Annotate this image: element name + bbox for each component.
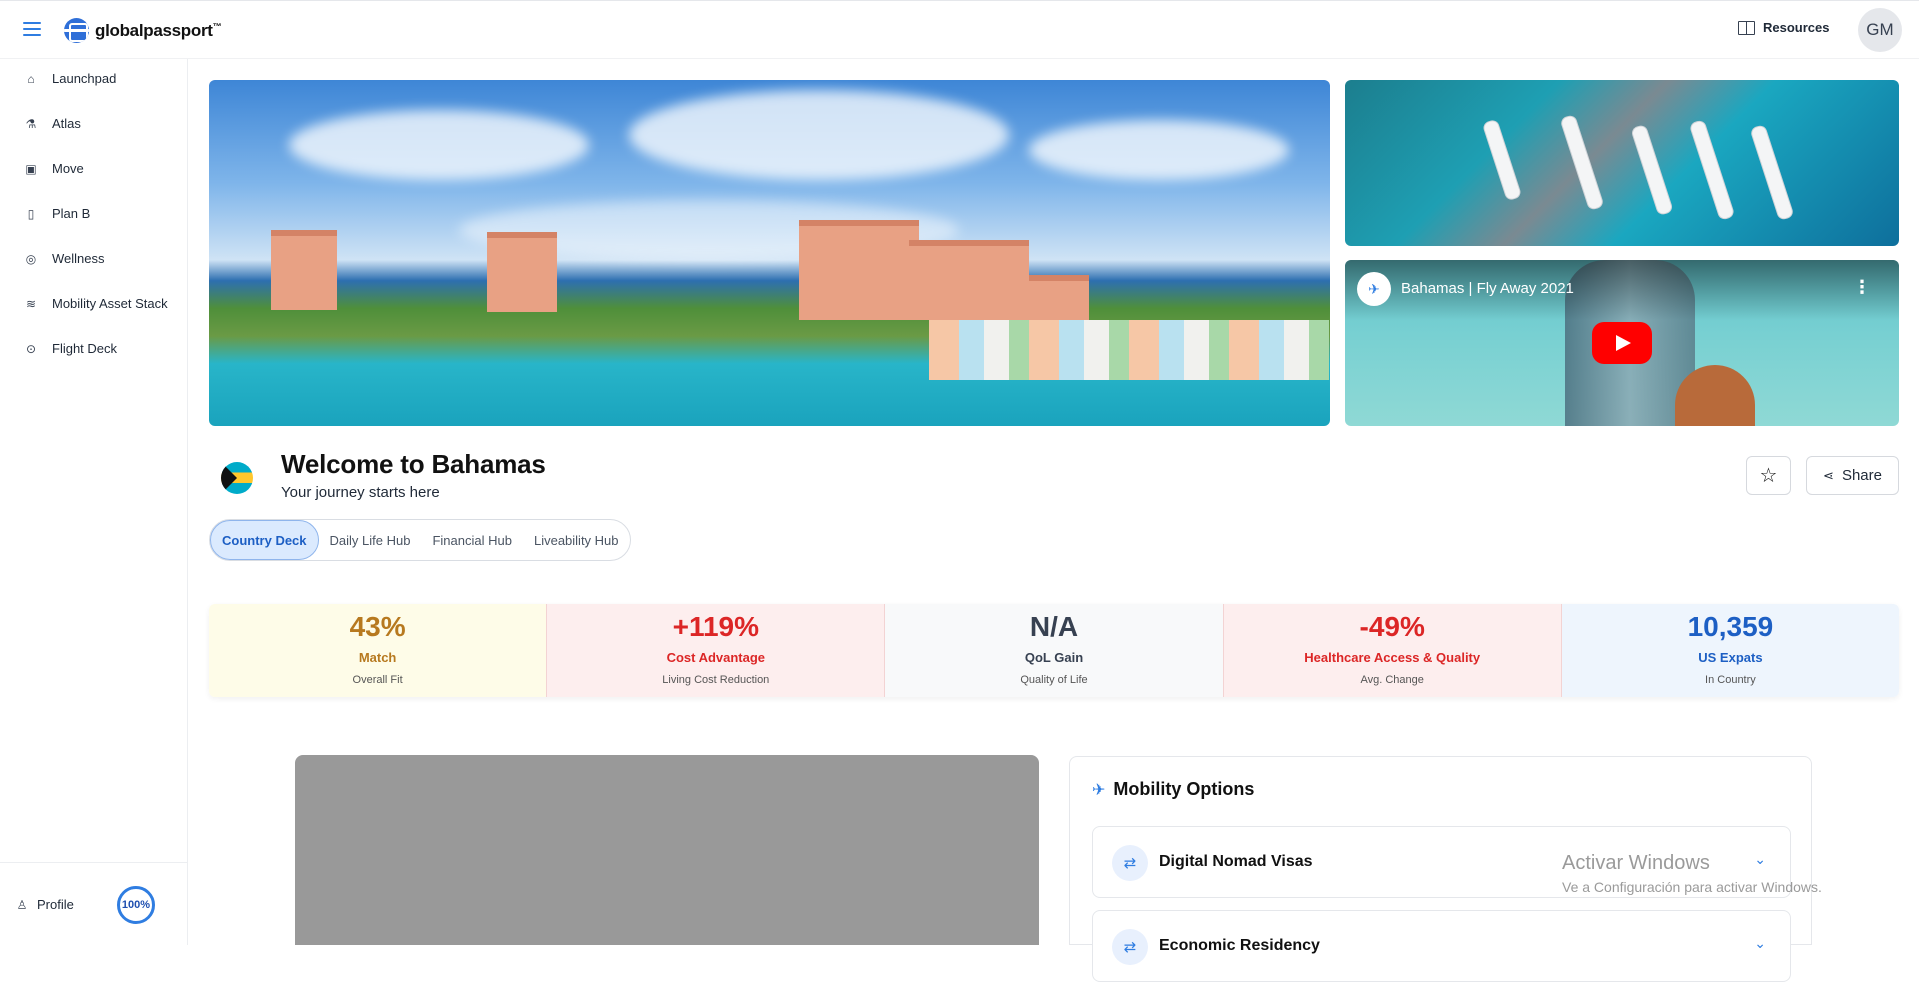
top-header: globalpassport™ Resources GM <box>0 0 1919 59</box>
watermark-title: Activar Windows <box>1562 852 1710 874</box>
calendar-icon: ▣ <box>25 161 37 176</box>
stat-card: -49% Healthcare Access & Quality Avg. Ch… <box>1223 604 1562 697</box>
stat-sublabel: Overall Fit <box>352 673 403 686</box>
sidebar-item-label: Move <box>52 161 84 176</box>
book-icon <box>1738 20 1755 35</box>
stats-bar: 43% Match Overall Fit +119% Cost Advanta… <box>209 604 1899 697</box>
accordion-label: Economic Residency <box>1159 937 1320 954</box>
sidebar-item-atlas[interactable]: ⚗ Atlas <box>24 116 81 131</box>
stat-label: Cost Advantage <box>666 649 766 665</box>
stat-label: QoL Gain <box>1024 649 1084 665</box>
stat-label: US Expats <box>1698 649 1763 665</box>
sidebar-item-plan-b[interactable]: ▯ Plan B <box>24 206 91 221</box>
flask-icon: ⚗ <box>25 116 37 131</box>
stat-sublabel: Living Cost Reduction <box>662 673 770 686</box>
stat-value: N/A <box>1029 611 1079 642</box>
layers-icon: ≋ <box>25 296 37 311</box>
profile-label: Profile <box>37 897 74 912</box>
sidebar-item-flight-deck[interactable]: ⊙ Flight Deck <box>24 341 117 356</box>
resources-label: Resources <box>1763 20 1830 35</box>
windows-activation-watermark: Activar Windows Ve a Configuración para … <box>1562 852 1822 895</box>
page-title: Welcome to Bahamas <box>281 449 546 479</box>
play-button[interactable] <box>1592 322 1652 364</box>
mobility-title: ✈ Mobility Options <box>1092 779 1254 800</box>
favorite-button[interactable]: ☆ <box>1746 456 1791 495</box>
profile-progress-ring: 100% <box>117 886 155 924</box>
video-player[interactable]: ✈ Bahamas | Fly Away 2021 ⋮ <box>1345 260 1899 426</box>
profile-link[interactable]: ♙ Profile <box>15 897 74 912</box>
tab-financial-hub[interactable]: Financial Hub <box>421 520 523 560</box>
stat-value: +119% <box>672 611 760 642</box>
accordion-economic-residency[interactable]: ⇄ Economic Residency ⌄ <box>1092 910 1791 982</box>
share-label: Share <box>1841 467 1882 484</box>
stat-label: Match <box>358 649 397 665</box>
sidebar-item-mobility-asset-stack[interactable]: ≋ Mobility Asset Stack <box>24 296 168 311</box>
watermark-subtitle: Ve a Configuración para activar Windows. <box>1562 879 1822 895</box>
sidebar-item-wellness[interactable]: ◎ Wellness <box>24 251 105 266</box>
stat-sublabel: In Country <box>1705 673 1756 686</box>
stat-value: 43% <box>349 611 406 642</box>
video-title[interactable]: Bahamas | Fly Away 2021 <box>1401 280 1574 297</box>
stat-card: 10,359 US Expats In Country <box>1561 604 1899 697</box>
hero-image-main <box>209 80 1330 426</box>
more-options-icon[interactable]: ⋮ <box>1853 278 1871 296</box>
stat-label: Healthcare Access & Quality <box>1304 649 1481 665</box>
stat-sublabel: Avg. Change <box>1360 673 1424 686</box>
sidebar-item-label: Wellness <box>52 251 105 266</box>
route-icon: ⇄ <box>1112 845 1148 881</box>
share-icon: ⋖ <box>1823 467 1834 483</box>
sidebar-item-label: Flight Deck <box>52 341 118 356</box>
stat-card: +119% Cost Advantage Living Cost Reducti… <box>547 604 886 697</box>
user-icon: ♙ <box>16 897 28 912</box>
stat-value: -49% <box>1359 611 1425 642</box>
tab-daily-life-hub[interactable]: Daily Life Hub <box>319 520 422 560</box>
globe-logo-icon <box>64 18 89 43</box>
sidebar-item-label: Mobility Asset Stack <box>52 296 168 311</box>
stat-card: 43% Match Overall Fit <box>209 604 548 697</box>
mobility-options-card: ✈ Mobility Options ⇄ Digital Nomad Visas… <box>1069 756 1812 982</box>
sidebar-item-label: Launchpad <box>52 71 117 86</box>
home-icon: ⌂ <box>27 71 35 86</box>
mobility-title-text: Mobility Options <box>1113 779 1255 799</box>
logo-trademark: ™ <box>212 20 222 31</box>
tab-country-deck[interactable]: Country Deck <box>210 520 319 560</box>
sidebar: ⌂ Launchpad ⚗ Atlas ▣ Move ▯ Plan B ◎ We… <box>0 59 188 945</box>
sidebar-footer: ♙ Profile 100% <box>0 862 187 945</box>
accordion-label: Digital Nomad Visas <box>1159 853 1313 870</box>
route-icon: ⇄ <box>1112 929 1148 965</box>
map-placeholder <box>295 755 1039 945</box>
channel-avatar-icon[interactable]: ✈ <box>1357 272 1391 306</box>
chevron-down-icon[interactable]: ⌄ <box>1754 935 1766 952</box>
notebook-icon: ▯ <box>27 206 35 221</box>
hero-image-cruise-port <box>1345 80 1899 246</box>
logo-text: globalpassport <box>95 20 213 40</box>
plane-icon: ✈ <box>1092 781 1106 799</box>
sidebar-item-label: Plan B <box>52 206 91 221</box>
target-icon: ⊙ <box>25 341 37 356</box>
share-button[interactable]: ⋖ Share <box>1806 456 1899 495</box>
tab-liveability-hub[interactable]: Liveability Hub <box>523 520 630 560</box>
sidebar-item-label: Atlas <box>52 116 81 131</box>
stat-card: N/A QoL Gain Quality of Life <box>885 604 1224 697</box>
page-subtitle: Your journey starts here <box>281 484 440 501</box>
compass-icon: ◎ <box>25 251 37 266</box>
avatar[interactable]: GM <box>1858 8 1902 52</box>
bahamas-flag-icon <box>221 462 253 494</box>
hub-tabs: Country Deck Daily Life Hub Financial Hu… <box>209 519 631 561</box>
menu-icon[interactable] <box>23 22 41 38</box>
sidebar-item-launchpad[interactable]: ⌂ Launchpad <box>24 71 116 86</box>
stat-value: 10,359 <box>1687 611 1774 642</box>
resources-button[interactable]: Resources <box>1738 20 1829 35</box>
star-icon: ☆ <box>1759 465 1778 487</box>
logo[interactable]: globalpassport™ <box>64 18 222 43</box>
stat-sublabel: Quality of Life <box>1020 673 1088 686</box>
sidebar-item-move[interactable]: ▣ Move <box>24 161 84 176</box>
